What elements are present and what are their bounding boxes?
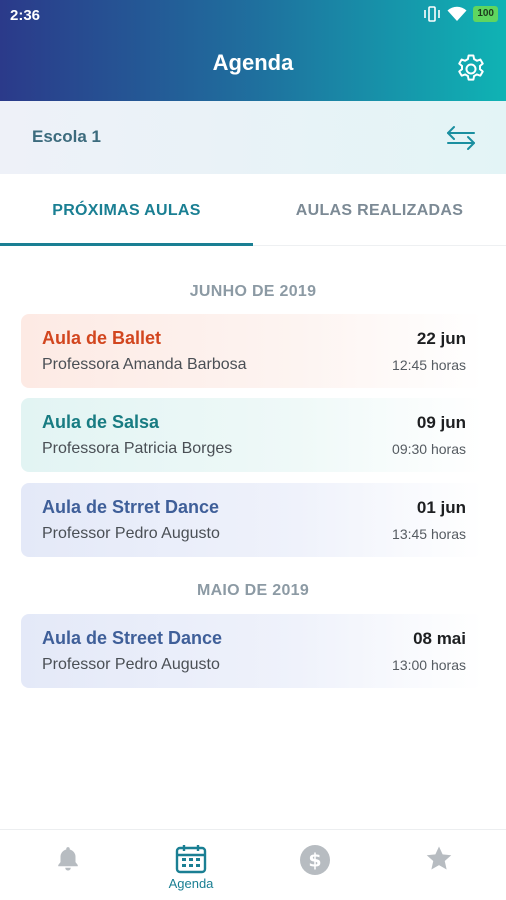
nav-item-notifications[interactable] (5, 830, 131, 900)
app-header: 2:36 100 Agenda (0, 0, 506, 101)
status-icons: 100 (423, 6, 498, 22)
calendar-icon (175, 845, 207, 874)
class-time: 12:45 horas (392, 357, 466, 373)
class-title: Aula de Street Dance (42, 628, 223, 648)
school-selector[interactable]: Escola 1 (0, 101, 506, 174)
nav-item-payments[interactable]: $ (252, 830, 378, 900)
tab-bar: PRÓXIMAS AULAS AULAS REALIZADAS (0, 174, 506, 246)
class-date: 08 mai (413, 629, 466, 648)
status-bar: 2:36 100 (0, 0, 506, 30)
nav-item-favorites[interactable] (376, 830, 502, 900)
class-title: Aula de Ballet (42, 328, 162, 348)
bottom-navigation: Agenda $ (0, 829, 506, 900)
class-title: Aula de Salsa (42, 412, 160, 432)
month-header: JUNHO DE 2019 (189, 283, 317, 300)
class-teacher: Professora Patricia Borges (42, 440, 233, 457)
class-teacher: Professora Amanda Barbosa (42, 356, 247, 373)
class-time: 13:00 horas (392, 657, 466, 673)
tab-proximas-aulas[interactable]: PRÓXIMAS AULAS (0, 174, 253, 246)
class-teacher: Professor Pedro Augusto (42, 656, 220, 673)
tab-aulas-realizadas[interactable]: AULAS REALIZADAS (253, 174, 506, 246)
page-title: Agenda (212, 50, 294, 75)
wifi-icon (447, 6, 467, 21)
class-time: 13:45 horas (392, 526, 466, 542)
class-time: 09:30 horas (392, 441, 466, 457)
class-date: 22 jun (416, 329, 466, 348)
vibrate-icon (424, 6, 441, 22)
class-date: 09 jun (416, 413, 466, 432)
dollar-icon: $ (300, 845, 330, 875)
active-tab-indicator (0, 243, 253, 246)
star-icon (426, 846, 452, 870)
class-teacher: Professor Pedro Augusto (42, 525, 220, 542)
class-card-street-dance[interactable]: Aula de Street Dance Professor Pedro Aug… (21, 614, 483, 688)
status-time: 2:36 (10, 7, 41, 24)
class-card-ballet[interactable]: Aula de Ballet Professora Amanda Barbosa… (21, 314, 483, 388)
class-card-salsa[interactable]: Aula de Salsa Professora Patricia Borges… (21, 398, 483, 472)
class-card-strret-dance[interactable]: Aula de Strret Dance Professor Pedro Aug… (21, 483, 483, 557)
battery-indicator: 100 (473, 6, 498, 22)
svg-text:$: $ (308, 850, 321, 872)
bell-icon (58, 847, 78, 871)
nav-item-agenda[interactable]: Agenda (128, 830, 254, 900)
class-date: 01 jun (416, 498, 466, 517)
nav-label-agenda: Agenda (168, 876, 214, 891)
month-header: MAIO DE 2019 (196, 582, 310, 599)
class-title: Aula de Strret Dance (42, 497, 220, 517)
gear-icon[interactable] (454, 52, 488, 86)
school-name: Escola 1 (32, 127, 101, 146)
swap-icon[interactable] (444, 123, 478, 153)
